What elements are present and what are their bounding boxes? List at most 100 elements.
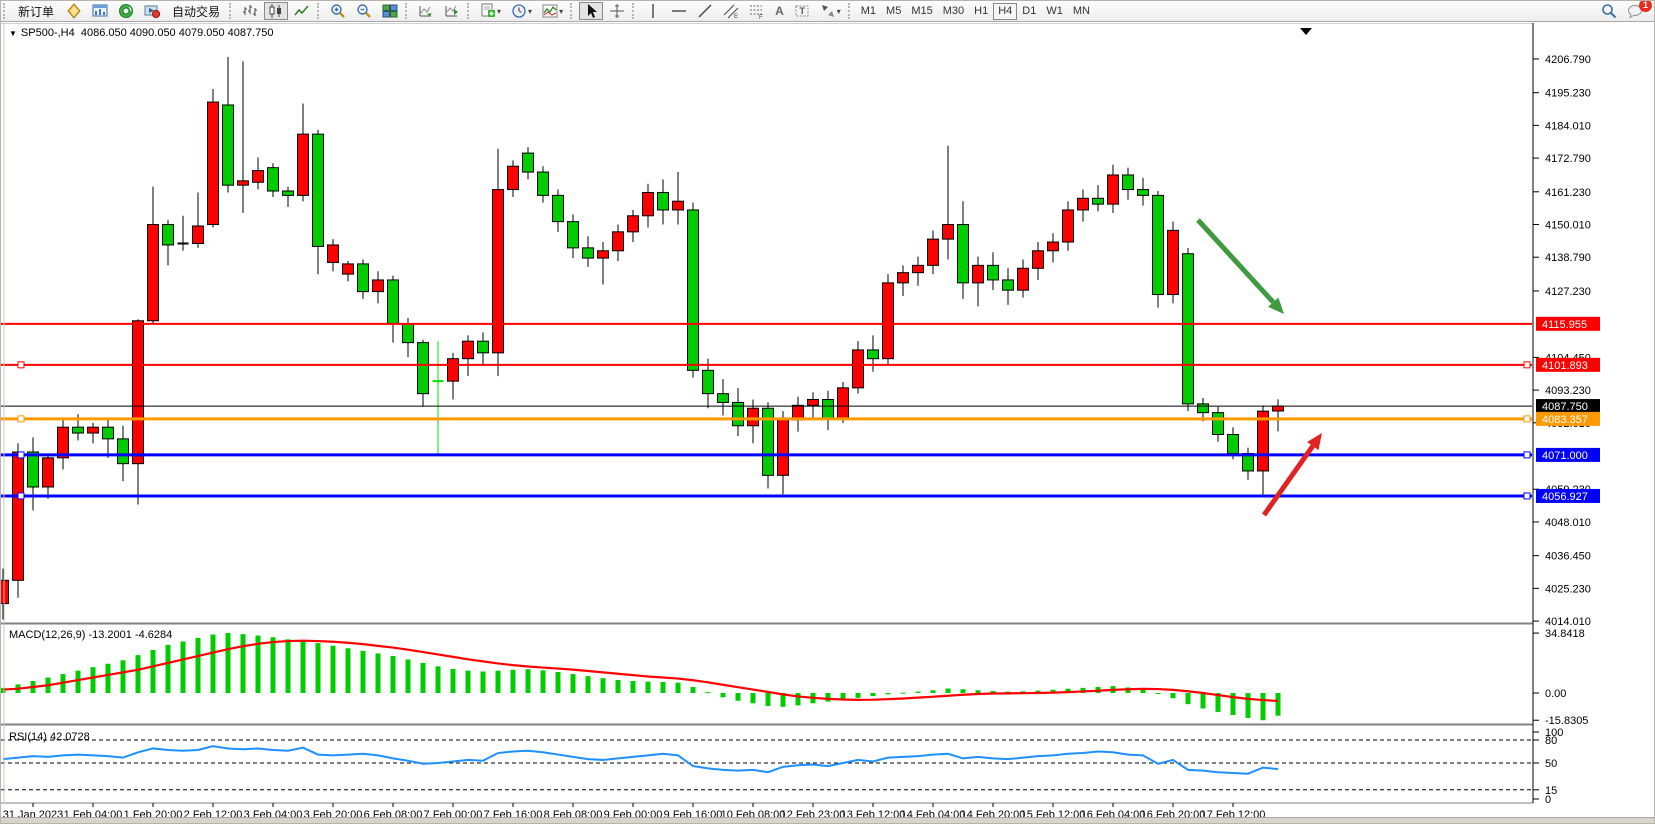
price-badge-4071.000: 4071.000: [1536, 448, 1600, 462]
hline-left-handle[interactable]: [18, 362, 24, 368]
autotrading-button[interactable]: 自动交易: [166, 2, 226, 20]
macd-histogram-bar: [571, 674, 576, 693]
candle-body: [343, 264, 354, 274]
macd-histogram-bar: [76, 671, 81, 693]
hline-left-handle[interactable]: [18, 416, 24, 422]
toolbar-separator: [848, 3, 854, 19]
macd-indicator-label: MACD(12,26,9) -13.2001 -4.6284: [9, 629, 172, 641]
bar-chart-icon[interactable]: [238, 2, 262, 20]
hline-right-handle[interactable]: [1524, 493, 1530, 499]
macd-histogram-bar: [946, 689, 951, 693]
candle-body: [583, 248, 594, 258]
candle-body: [133, 321, 144, 464]
macd-histogram-bar: [796, 693, 801, 705]
vertical-line-icon[interactable]: [641, 2, 665, 20]
macd-histogram-bar: [616, 680, 621, 693]
window-bottom-edge: [1, 817, 1655, 823]
autotrading-icon[interactable]: [140, 2, 164, 20]
macd-histogram-bar: [1141, 690, 1146, 693]
search-icon[interactable]: [1597, 2, 1621, 20]
diamond-icon[interactable]: [62, 2, 86, 20]
candle-body: [1213, 413, 1224, 435]
macd-histogram-bar: [631, 681, 636, 693]
chart-window-icon[interactable]: [88, 2, 112, 20]
new-order-button[interactable]: 新订单: [12, 2, 60, 20]
chart-title-symbol: SP500-,H4: [21, 27, 75, 39]
tf-button-w1[interactable]: W1: [1041, 3, 1068, 20]
tf-button-d1[interactable]: D1: [1017, 3, 1041, 20]
tile-windows-icon[interactable]: [378, 2, 402, 20]
chart-shift-icon[interactable]: [440, 2, 464, 20]
tf-button-m1[interactable]: M1: [856, 3, 881, 20]
macd-histogram-bar: [691, 687, 696, 693]
price-tick-label: 4093.230: [1545, 385, 1591, 397]
hline-right-handle[interactable]: [1524, 416, 1530, 422]
candle-body: [1, 580, 9, 603]
candle-body: [43, 458, 54, 487]
text-label-icon[interactable]: T: [790, 2, 814, 20]
auto-scroll-icon[interactable]: [414, 2, 438, 20]
price-badge-4083.357: 4083.357: [1536, 412, 1600, 426]
fibonacci-icon[interactable]: F: [745, 2, 769, 20]
macd-histogram-bar: [241, 634, 246, 693]
text-icon[interactable]: A: [771, 2, 788, 20]
chart-title: ▼SP500-,H4 4086.050 4090.050 4079.050 40…: [9, 27, 274, 39]
candle-body: [748, 408, 759, 425]
tf-button-m15[interactable]: M15: [906, 3, 937, 20]
candle-body: [13, 452, 24, 580]
zoom-in-icon[interactable]: [326, 2, 350, 20]
macd-histogram-bar: [901, 693, 906, 694]
candle-body: [973, 265, 984, 282]
candle-body: [883, 283, 894, 359]
indicators-icon[interactable]: ▾: [538, 2, 567, 20]
candle-body: [1078, 198, 1089, 210]
svg-text:4087.750: 4087.750: [1542, 401, 1588, 413]
macd-histogram-bar: [1201, 693, 1206, 708]
macd-histogram-bar: [586, 676, 591, 693]
candle-body: [403, 324, 414, 343]
horizontal-line-icon[interactable]: [667, 2, 691, 20]
price-badge-4115.955: 4115.955: [1536, 317, 1600, 331]
candle-body: [478, 341, 489, 353]
macd-histogram-bar: [706, 692, 711, 693]
macd-histogram-bar: [481, 672, 486, 694]
candlestick-chart-icon[interactable]: [264, 2, 288, 20]
tf-button-m5[interactable]: M5: [881, 3, 906, 20]
tf-button-m30[interactable]: M30: [938, 3, 969, 20]
candle-body: [283, 191, 294, 195]
trendline-icon[interactable]: [693, 2, 717, 20]
symbol-dropdown-icon[interactable]: ▼: [9, 29, 17, 38]
macd-histogram-bar: [151, 650, 156, 693]
cursor-icon[interactable]: [579, 2, 603, 20]
macd-histogram-bar: [541, 670, 546, 693]
hline-left-handle[interactable]: [18, 493, 24, 499]
hline-right-handle[interactable]: [1524, 362, 1530, 368]
chart-window[interactable]: 4206.7904195.2304184.0104172.7904161.230…: [1, 23, 1655, 823]
candle-body: [448, 359, 459, 381]
signals-icon[interactable]: [114, 2, 138, 20]
macd-histogram-bar: [976, 690, 981, 693]
tf-button-h4[interactable]: H4: [993, 3, 1017, 20]
shapes-icon[interactable]: ▾: [816, 2, 845, 20]
candle-body: [268, 168, 279, 191]
timeframes-clock-icon[interactable]: ▾: [507, 2, 536, 20]
toolbar-handle[interactable]: [3, 3, 9, 19]
notifications-icon[interactable]: 1: [1623, 2, 1647, 20]
line-chart-icon[interactable]: [290, 2, 314, 20]
price-tick-label: 4036.450: [1545, 551, 1591, 563]
crosshair-icon[interactable]: [605, 2, 629, 20]
price-axis[interactable]: 4206.7904195.2304184.0104172.7904161.230…: [1533, 23, 1655, 823]
hline-right-handle[interactable]: [1524, 452, 1530, 458]
macd-histogram-bar: [436, 666, 441, 693]
tf-button-mn[interactable]: MN: [1068, 3, 1095, 20]
zoom-out-icon[interactable]: [352, 2, 376, 20]
macd-histogram-bar: [136, 655, 141, 693]
new-chart-icon[interactable]: ▾: [476, 2, 505, 20]
price-tick-label: 4161.230: [1545, 187, 1591, 199]
equidistant-channel-icon[interactable]: E: [719, 2, 743, 20]
hline-left-handle[interactable]: [18, 452, 24, 458]
candle-body: [1003, 280, 1014, 290]
tf-button-h1[interactable]: H1: [969, 3, 993, 20]
chart-canvas[interactable]: 4206.7904195.2304184.0104172.7904161.230…: [1, 23, 1655, 823]
candle-body: [88, 427, 99, 433]
